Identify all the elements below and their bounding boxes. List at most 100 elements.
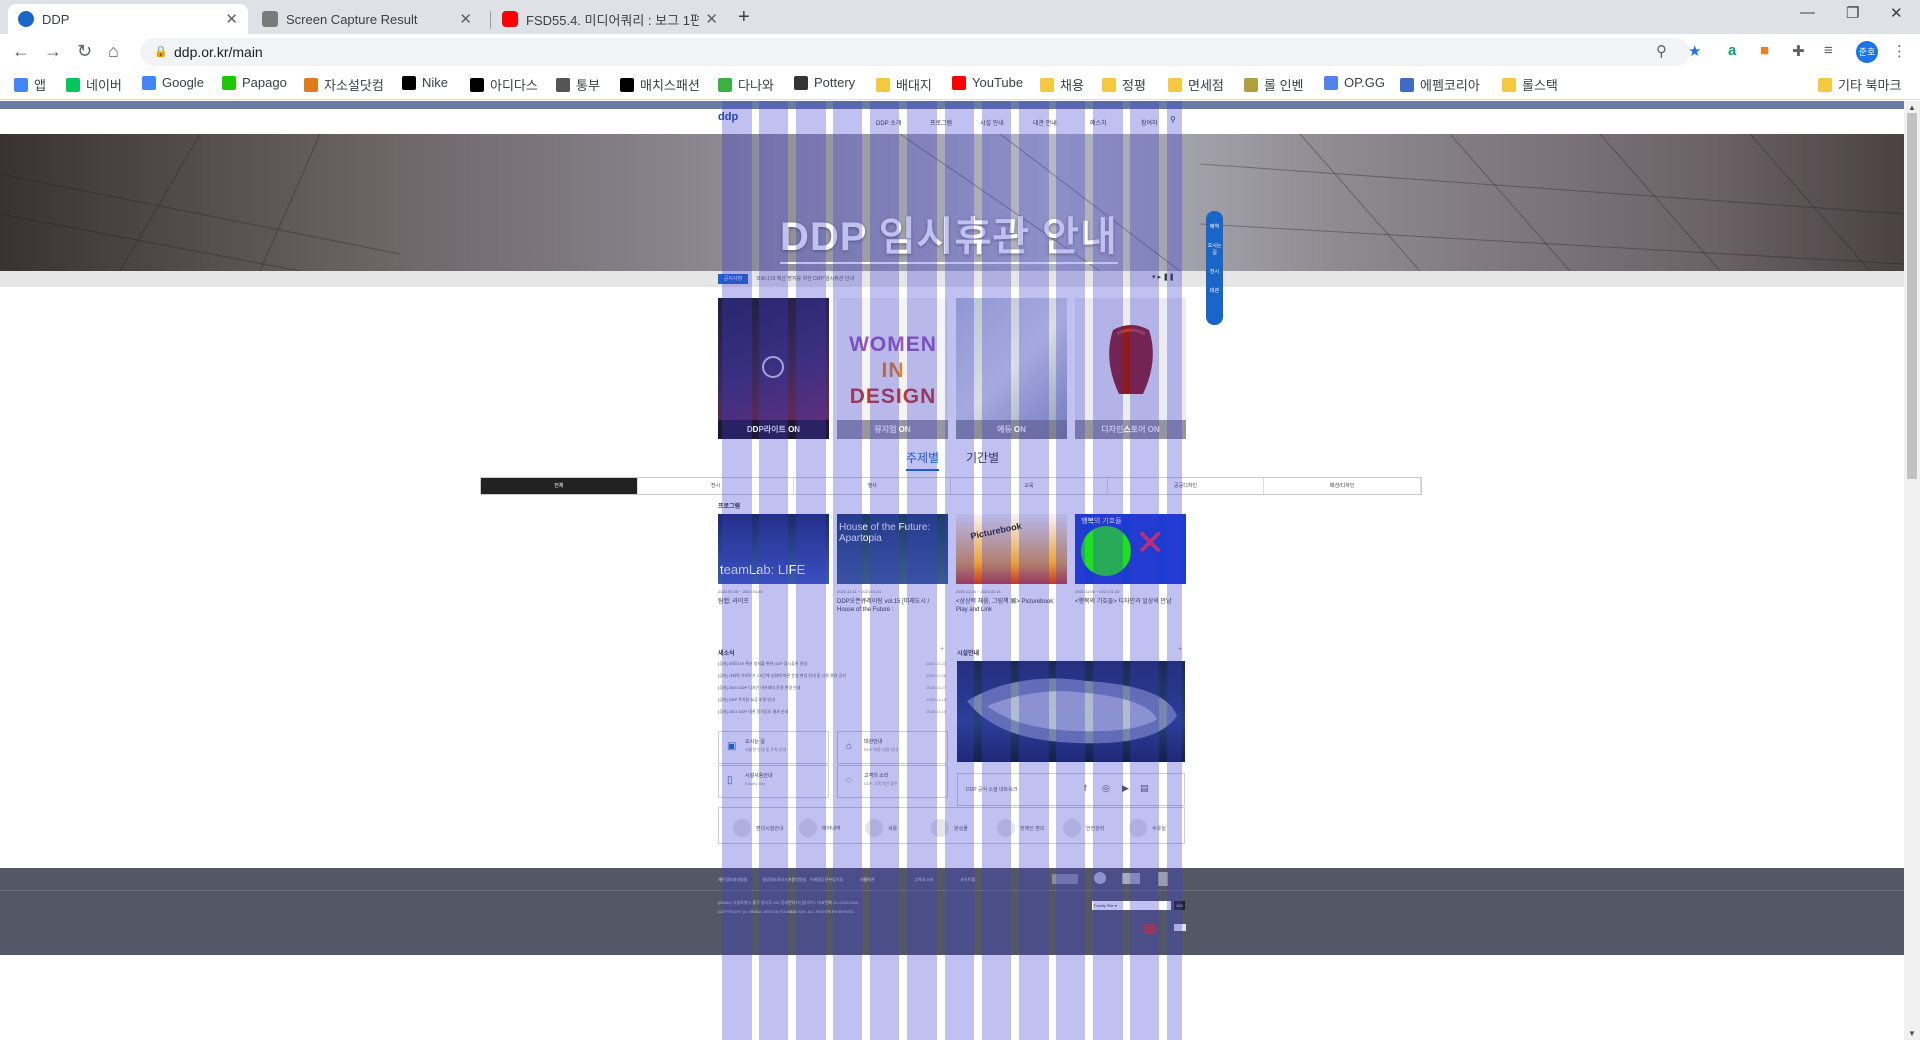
bookmark-favicon-icon xyxy=(718,77,732,92)
bookmark-label: 롤 인벤 xyxy=(1264,78,1304,93)
home-icon[interactable]: ⌂ xyxy=(108,41,119,62)
grid-overlay-column xyxy=(1093,101,1123,1040)
filter-all[interactable]: 전체 xyxy=(481,478,638,494)
bookmark-item[interactable]: 에펨코리아 xyxy=(1400,75,1480,94)
bookmark-item[interactable]: YouTube xyxy=(952,75,1023,90)
filter-item[interactable]: 패션/디자인 xyxy=(1264,478,1422,494)
grid-overlay-column xyxy=(1167,101,1182,1040)
bookmark-item[interactable]: Pottery xyxy=(794,75,855,90)
close-icon[interactable]: ✕ xyxy=(705,10,718,28)
more-icon[interactable]: + xyxy=(940,646,944,653)
bookmark-label: 네이버 xyxy=(86,78,122,93)
url-text: ddp.or.kr/main xyxy=(174,44,263,60)
bookmark-label: 배대지 xyxy=(896,78,932,93)
bookmark-label: YouTube xyxy=(972,75,1024,90)
bookmark-favicon-icon xyxy=(1502,77,1516,92)
tab-title: DDP xyxy=(42,11,70,27)
bookmark-item[interactable]: 앱 xyxy=(14,75,46,94)
menu-kebab-icon[interactable]: ⋮ xyxy=(1892,42,1907,60)
bookmark-item[interactable]: 배대지 xyxy=(876,75,932,94)
bookmark-item[interactable]: 면세점 xyxy=(1168,75,1224,94)
restore-icon[interactable]: ❐ xyxy=(1846,4,1859,22)
grid-overlay-column xyxy=(982,101,1011,1040)
grid-overlay-column xyxy=(722,101,752,1040)
bookmark-label: 롤스택 xyxy=(1522,78,1558,93)
bookmark-item[interactable]: Google xyxy=(142,75,204,90)
bookmark-favicon-icon xyxy=(1324,75,1338,90)
bookmark-label: 채용 xyxy=(1060,78,1084,93)
tab-separator xyxy=(490,11,491,29)
bookmark-label: Google xyxy=(162,75,204,90)
quick-menu-item[interactable]: 오시는길 xyxy=(1206,242,1223,256)
bookmark-label: 앱 xyxy=(34,78,46,93)
bookmark-item[interactable]: 네이버 xyxy=(66,75,122,94)
media-icon[interactable]: ≡ xyxy=(1824,42,1833,59)
close-icon[interactable]: ✕ xyxy=(459,10,472,28)
bookmark-item[interactable]: Nike xyxy=(402,75,448,90)
grid-overlay-column xyxy=(796,101,826,1040)
star-icon[interactable]: ★ xyxy=(1688,42,1701,60)
bookmark-item[interactable]: 아디다스 xyxy=(470,75,538,94)
grid-overlay-column xyxy=(759,101,788,1040)
minimize-icon[interactable]: — xyxy=(1800,4,1815,21)
bookmark-favicon-icon xyxy=(142,75,156,90)
bookmark-favicon-icon xyxy=(620,77,634,92)
zoom-icon[interactable]: ⚲ xyxy=(1656,42,1667,60)
close-icon[interactable]: ✕ xyxy=(225,10,238,28)
address-bar[interactable]: 🔒 ddp.or.kr/main xyxy=(140,38,1690,66)
bookmark-favicon-icon xyxy=(952,75,966,90)
new-tab-button[interactable]: + xyxy=(738,6,750,29)
bookmark-item[interactable]: 통부 xyxy=(556,75,600,94)
forward-icon[interactable]: → xyxy=(44,41,62,62)
bookmark-favicon-icon xyxy=(14,77,28,92)
quick-menu-item[interactable]: 전시 xyxy=(1206,268,1223,275)
quick-menu-item[interactable]: 대관 xyxy=(1206,287,1223,294)
youtube-icon xyxy=(502,11,518,27)
grid-overlay-column xyxy=(1019,101,1049,1040)
bookmark-label: 다나와 xyxy=(738,78,774,93)
bookmark-item[interactable]: 매치스패션 xyxy=(620,75,700,94)
bookmark-label: 에펨코리아 xyxy=(1420,78,1480,93)
bookmark-item[interactable]: 롤스택 xyxy=(1502,75,1558,94)
bookmark-favicon-icon xyxy=(1400,77,1414,92)
bookmark-item[interactable]: OP.GG xyxy=(1324,75,1385,90)
scroll-down-icon[interactable]: ▼ xyxy=(1908,1029,1916,1038)
grid-overlay-column xyxy=(1130,101,1159,1040)
puzzle-icon[interactable]: ✚ xyxy=(1792,42,1805,60)
reload-icon[interactable]: ↻ xyxy=(77,41,92,62)
bookmark-item[interactable]: 채용 xyxy=(1040,75,1084,94)
bookmark-favicon-icon xyxy=(1168,77,1182,92)
bookmark-favicon-icon xyxy=(876,77,890,92)
avatar[interactable]: 준호 xyxy=(1856,41,1878,63)
grid-overlay-column xyxy=(1056,101,1085,1040)
bookmark-label: Papago xyxy=(242,75,287,90)
scroll-up-icon[interactable]: ▲ xyxy=(1908,103,1916,112)
extension-q-icon[interactable]: ■ xyxy=(1760,42,1769,59)
bookmark-label: 자소설닷컴 xyxy=(324,78,384,93)
browser-tab-ddp[interactable]: DDP ✕ xyxy=(8,4,248,34)
close-window-icon[interactable]: ✕ xyxy=(1890,4,1903,22)
other-bookmarks[interactable]: 기타 북마크 xyxy=(1818,75,1901,94)
quick-menu-item[interactable]: 예약 xyxy=(1206,223,1223,230)
scrollbar-thumb[interactable] xyxy=(1907,113,1917,479)
grid-overlay-column xyxy=(907,101,937,1040)
browser-tab-youtube[interactable]: FSD55.4. 미디어쿼리 : 보그 1편 ✕ xyxy=(492,4,728,34)
bookmark-item[interactable]: 자소설닷컴 xyxy=(304,75,384,94)
browser-tab-bar: DDP ✕ Screen Capture Result ✕ FSD55.4. 미… xyxy=(0,0,1920,34)
back-icon[interactable]: ← xyxy=(12,41,30,62)
bookmark-label: Nike xyxy=(422,75,449,90)
bookmark-item[interactable]: 롤 인벤 xyxy=(1244,75,1304,94)
tab-title: FSD55.4. 미디어쿼리 : 보그 1편 xyxy=(526,12,700,28)
bookmark-item[interactable]: Papago xyxy=(222,75,287,90)
bookmark-label: OP.GG xyxy=(1344,75,1385,90)
youtube-icon[interactable]: ▶ xyxy=(1122,783,1129,794)
bookmark-favicon-icon xyxy=(304,77,318,92)
bookmark-label: 매치스패션 xyxy=(640,78,700,93)
folder-icon xyxy=(1818,77,1832,92)
bookmark-item[interactable]: 정평 xyxy=(1102,75,1146,94)
browser-tab-screen-capture[interactable]: Screen Capture Result ✕ xyxy=(252,4,482,34)
bookmark-favicon-icon xyxy=(222,75,236,90)
page-scrollbar[interactable]: ▲ ▼ xyxy=(1904,101,1920,1040)
bookmark-item[interactable]: 다나와 xyxy=(718,75,774,94)
extension-a-icon[interactable]: a xyxy=(1728,42,1736,59)
